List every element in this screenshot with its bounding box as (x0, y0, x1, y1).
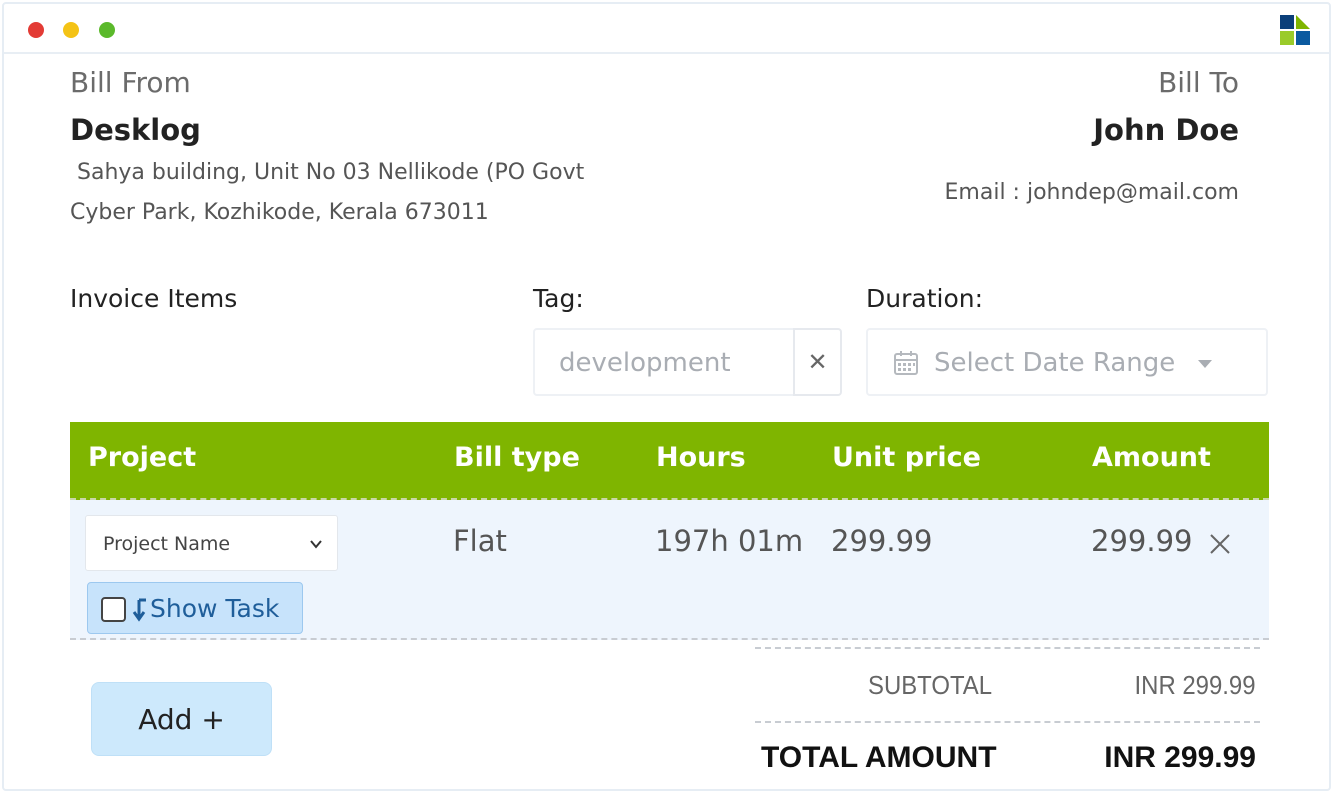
bill-from-name: Desklog (70, 113, 201, 147)
bill-type-cell: Flat (453, 524, 507, 558)
column-header-unit-price: Unit price (832, 442, 981, 473)
bill-to-name: John Doe (1093, 113, 1239, 147)
column-header-hours: Hours (656, 442, 746, 473)
bill-to-email: Email : johndep@mail.com (944, 180, 1239, 205)
bill-from-address-line2: Cyber Park, Kozhikode, Kerala 673011 (70, 200, 489, 225)
subtotal-value: INR 299.99 (1134, 670, 1256, 700)
bill-from-address-line1: Sahya building, Unit No 03 Nellikode (PO… (77, 160, 585, 185)
unit-price-cell: 299.99 (831, 524, 933, 558)
title-bar (4, 4, 1329, 54)
caret-down-icon (1198, 360, 1212, 368)
column-header-bill-type: Bill type (454, 442, 580, 473)
remove-row-icon[interactable] (1208, 532, 1232, 556)
tag-clear-button[interactable]: ✕ (793, 328, 842, 396)
items-table-header: Project Bill type Hours Unit price Amoun… (70, 422, 1269, 500)
total-amount-label: TOTAL AMOUNT (761, 741, 997, 774)
show-task-checkbox[interactable] (101, 597, 126, 622)
subtotal-label: SUBTOTAL (868, 670, 993, 700)
project-select[interactable]: Project Name (85, 515, 338, 571)
chevron-down-icon (310, 540, 322, 549)
show-task-toggle[interactable]: Show Task (87, 582, 303, 634)
duration-label: Duration: (866, 284, 984, 313)
table-row: Project Name Show Task Flat 197h 01m 299… (70, 500, 1269, 640)
invoice-items-heading: Invoice Items (70, 284, 238, 313)
summary-divider-top (755, 647, 1260, 649)
total-amount-value: INR 299.99 (1104, 741, 1256, 774)
tag-label: Tag: (533, 284, 584, 313)
column-header-project: Project (88, 442, 197, 473)
bill-from-label: Bill From (70, 66, 191, 99)
summary-divider-bottom (755, 721, 1260, 723)
minimize-window-button[interactable] (63, 22, 79, 38)
amount-cell: 299.99 (1091, 524, 1193, 558)
bill-to-label: Bill To (1158, 66, 1239, 99)
sort-down-icon (132, 598, 146, 622)
column-header-amount: Amount (1092, 442, 1211, 473)
project-select-placeholder: Project Name (103, 533, 231, 555)
date-range-select[interactable]: Select Date Range (866, 328, 1268, 396)
add-item-button[interactable]: Add + (91, 682, 272, 756)
maximize-window-button[interactable] (99, 22, 115, 38)
close-icon: ✕ (807, 348, 828, 376)
show-task-label: Show Task (150, 594, 280, 623)
close-window-button[interactable] (28, 22, 44, 38)
tag-input[interactable]: development (533, 328, 795, 396)
date-range-placeholder: Select Date Range (934, 348, 1176, 378)
hours-cell: 197h 01m (655, 524, 804, 558)
calendar-icon (894, 351, 918, 375)
grid-logo-icon (1280, 15, 1310, 45)
